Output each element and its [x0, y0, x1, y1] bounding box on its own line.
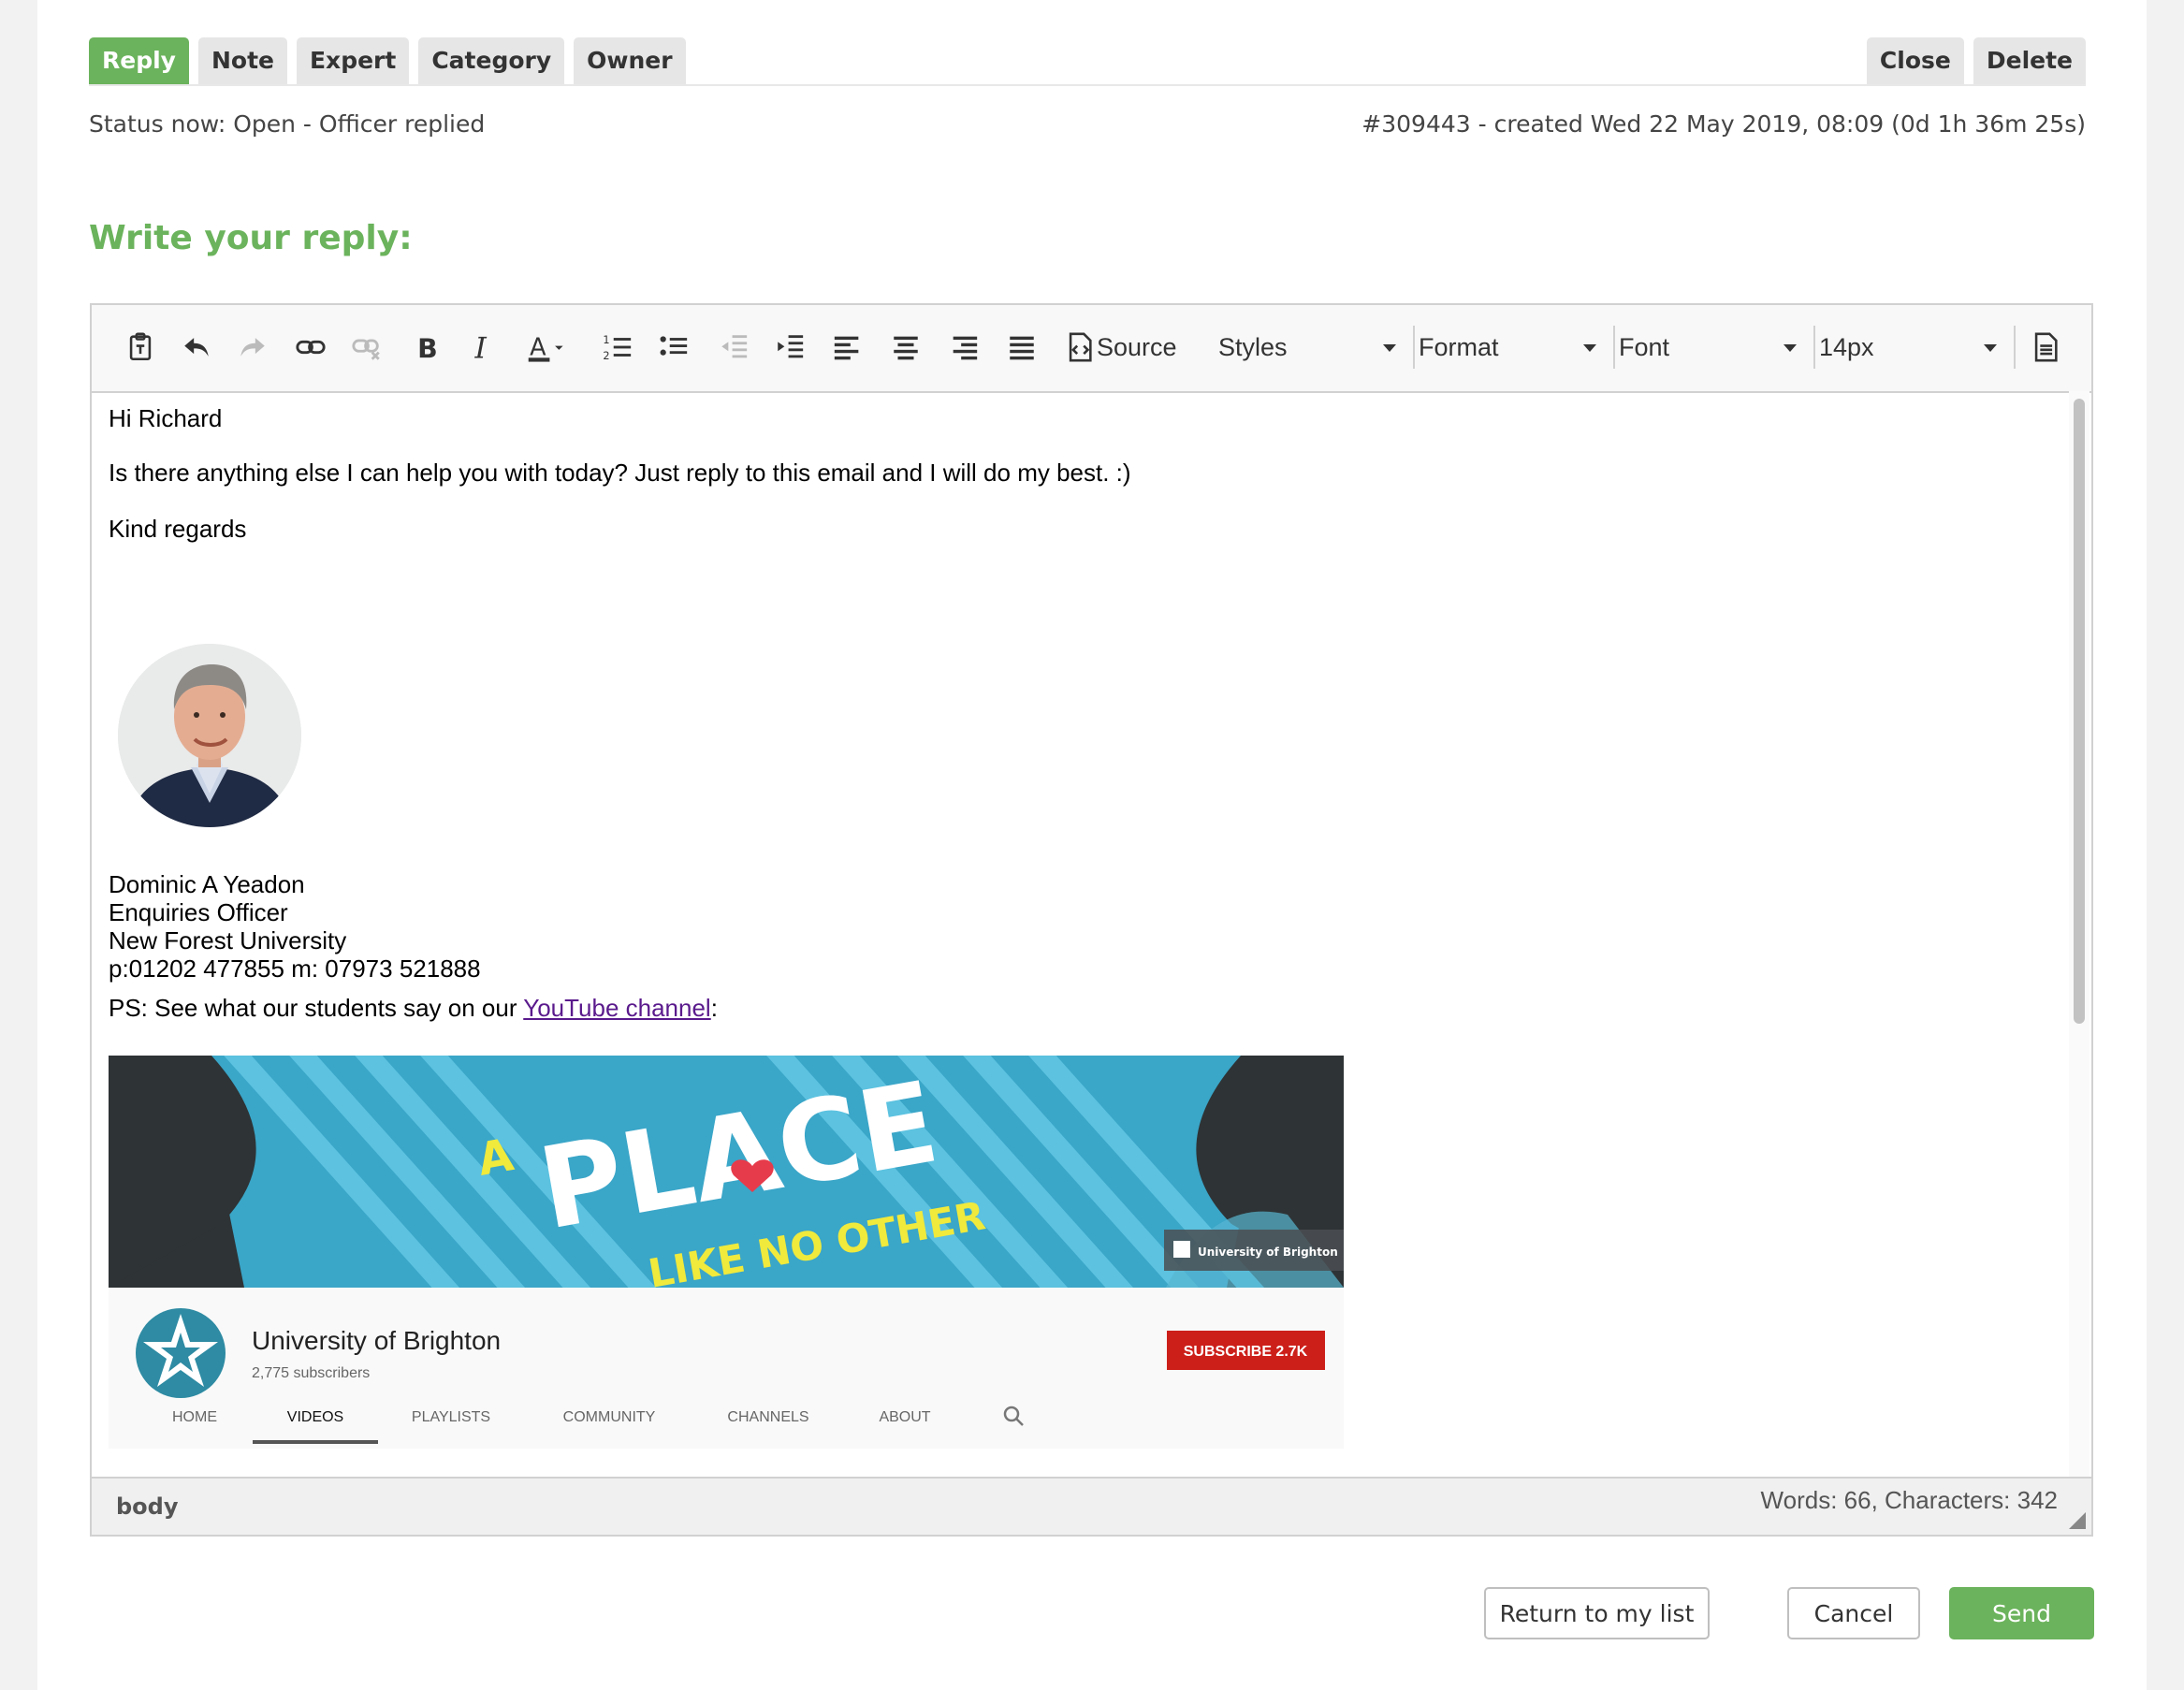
font-label: Font — [1619, 333, 1670, 361]
youtube-link[interactable]: YouTube channel — [523, 994, 710, 1022]
unlink-icon[interactable] — [346, 327, 387, 368]
tab-category[interactable]: Category — [418, 37, 565, 84]
toolbar-separator — [1613, 326, 1615, 369]
editor-content[interactable]: Hi Richard Is there anything else I can … — [92, 391, 2091, 1477]
channel-tab-home: HOME — [172, 1409, 217, 1425]
ps-suffix: : — [710, 994, 718, 1022]
element-path[interactable]: body — [116, 1493, 179, 1520]
svg-text:1: 1 — [603, 333, 609, 346]
undo-icon[interactable] — [176, 327, 217, 368]
document-icon[interactable] — [2025, 327, 2066, 368]
source-button[interactable]: Source — [1097, 324, 1177, 371]
tab-reply[interactable]: Reply — [89, 37, 189, 84]
align-left-icon[interactable] — [827, 327, 868, 368]
cancel-button[interactable]: Cancel — [1787, 1587, 1920, 1639]
scrollbar-thumb[interactable] — [2074, 399, 2085, 1024]
signature-title: Enquiries Officer — [109, 898, 288, 926]
chevron-down-icon — [1383, 344, 1396, 352]
page-title: Write your reply: — [89, 219, 413, 257]
signature-name: Dominic A Yeadon — [109, 870, 305, 898]
ps-line: PS: See what our students say on our You… — [109, 994, 718, 1023]
font-dropdown[interactable]: Font — [1619, 324, 1797, 371]
redo-icon[interactable] — [232, 327, 273, 368]
chevron-down-icon — [1984, 344, 1997, 352]
closing-text: Kind regards — [109, 515, 247, 543]
svg-text:A: A — [530, 334, 546, 362]
youtube-banner-image[interactable]: A PLACE LIKE NO OTHER University of Brig… — [109, 1056, 1344, 1449]
channel-tab-community: COMMUNITY — [563, 1409, 656, 1425]
ticket-info: #309443 - created Wed 22 May 2019, 08:09… — [1361, 110, 2086, 138]
status-text: Status now: Open - Officer replied — [89, 110, 486, 138]
right-actions: Close Delete — [1866, 37, 2086, 84]
text-color-icon[interactable]: A — [520, 327, 576, 368]
justify-icon[interactable] — [1001, 327, 1042, 368]
editor-toolbar: B I A 12 Source Styles Format Font 14px — [92, 305, 2091, 393]
signature-org: New Forest University — [109, 926, 347, 954]
resize-handle-icon[interactable] — [2069, 1512, 2086, 1529]
align-center-icon[interactable] — [885, 327, 926, 368]
bulleted-list-icon[interactable] — [653, 327, 694, 368]
tab-owner[interactable]: Owner — [574, 37, 686, 84]
subscriber-count: 2,775 subscribers — [252, 1365, 370, 1381]
align-right-icon[interactable] — [943, 327, 984, 368]
word-count: Words: 66, Characters: 342 — [1760, 1486, 2058, 1514]
return-to-list-button[interactable]: Return to my list — [1484, 1587, 1710, 1639]
font-size-dropdown[interactable]: 14px — [1819, 324, 1997, 371]
svg-text:I: I — [474, 331, 488, 363]
editor-statusbar: body Words: 66, Characters: 342 — [92, 1477, 2091, 1535]
tab-expert[interactable]: Expert — [296, 37, 410, 84]
channel-tab-videos: VIDEOS — [287, 1409, 343, 1425]
channel-logo-icon — [136, 1308, 226, 1398]
editor-scrollbar[interactable] — [2069, 391, 2089, 1477]
channel-name: University of Brighton — [252, 1326, 501, 1355]
send-button[interactable]: Send — [1949, 1587, 2094, 1639]
active-tab-underline — [253, 1440, 378, 1444]
rich-text-editor: B I A 12 Source Styles Format Font 14px … — [90, 303, 2093, 1537]
signature-phone: p:01202 477855 m: 07973 521888 — [109, 954, 481, 983]
svg-text:B: B — [417, 333, 438, 363]
format-dropdown[interactable]: Format — [1419, 324, 1596, 371]
toolbar-separator — [1413, 326, 1415, 369]
toolbar-separator — [2014, 326, 2016, 369]
chevron-down-icon — [1583, 344, 1596, 352]
numbered-list-icon[interactable]: 12 — [597, 327, 638, 368]
toolbar-separator — [1813, 326, 1815, 369]
action-tabs: Reply Note Expert Category Owner — [89, 37, 686, 84]
banner-corner-label: University of Brighton — [1198, 1246, 1338, 1259]
university-logo-icon — [1173, 1241, 1190, 1258]
link-icon[interactable] — [290, 327, 331, 368]
format-label: Format — [1419, 333, 1499, 361]
subscribe-label: SUBSCRIBE 2.7K — [1184, 1344, 1308, 1360]
styles-label: Styles — [1218, 333, 1288, 361]
body-text: Is there anything else I can help you wi… — [109, 459, 1131, 487]
channel-tab-channels: CHANNELS — [727, 1409, 808, 1425]
tab-divider — [89, 84, 2086, 86]
greeting-text: Hi Richard — [109, 404, 223, 432]
delete-button[interactable]: Delete — [1973, 37, 2086, 84]
channel-tab-about: ABOUT — [879, 1409, 930, 1425]
font-size-label: 14px — [1819, 333, 1874, 361]
paste-text-icon[interactable] — [120, 327, 161, 368]
avatar — [118, 644, 301, 827]
outdent-icon[interactable] — [713, 327, 754, 368]
ps-prefix: PS: See what our students say on our — [109, 994, 524, 1022]
page: Reply Note Expert Category Owner Close D… — [37, 0, 2147, 1690]
tab-note[interactable]: Note — [197, 37, 287, 84]
close-button[interactable]: Close — [1866, 37, 1964, 84]
indent-icon[interactable] — [769, 327, 810, 368]
italic-icon[interactable]: I — [462, 327, 503, 368]
channel-tab-playlists: PLAYLISTS — [412, 1409, 490, 1425]
svg-text:2: 2 — [603, 349, 609, 362]
bold-icon[interactable]: B — [406, 327, 447, 368]
styles-dropdown[interactable]: Styles — [1218, 324, 1396, 371]
chevron-down-icon — [1784, 344, 1797, 352]
status-row: Status now: Open - Officer replied #3094… — [89, 110, 2086, 142]
source-icon[interactable] — [1059, 327, 1100, 368]
